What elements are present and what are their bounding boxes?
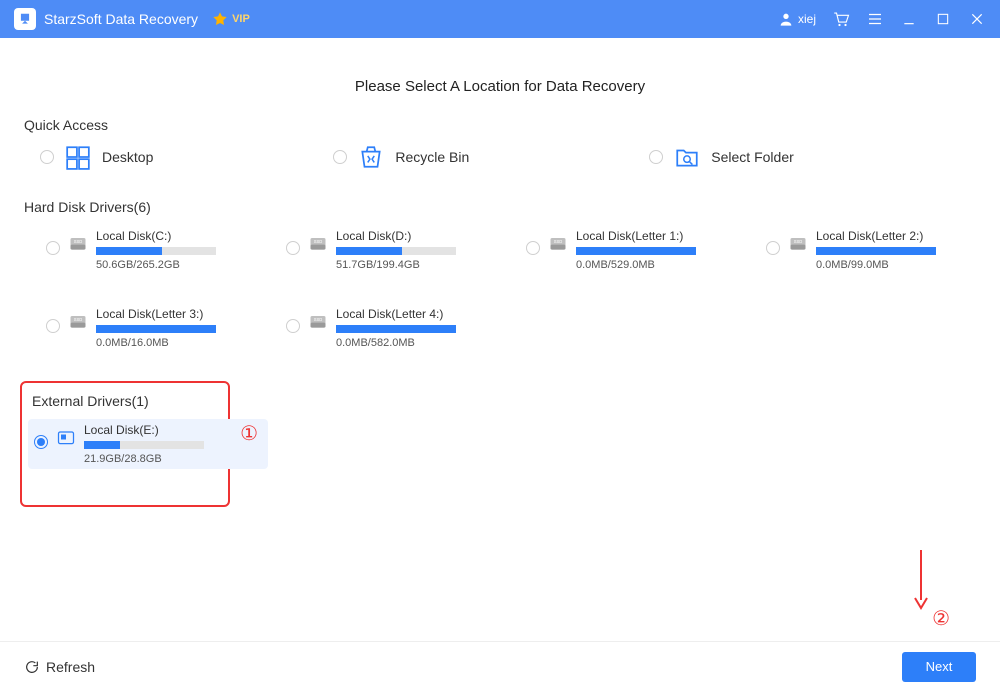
annotation-arrow: ② bbox=[892, 550, 950, 631]
minimize-icon[interactable] bbox=[900, 10, 918, 28]
radio-unchecked[interactable] bbox=[46, 241, 60, 255]
ssd-disk-icon: SSD bbox=[308, 233, 328, 253]
drive-size: 0.0MB/529.0MB bbox=[576, 259, 754, 271]
svg-text:SSD: SSD bbox=[314, 239, 323, 244]
drive-item[interactable]: SSD Local Disk(C:) 50.6GB/265.2GB bbox=[40, 225, 280, 275]
drive-name: Local Disk(Letter 1:) bbox=[576, 229, 754, 243]
external-title: External Drivers(1) bbox=[32, 393, 222, 409]
ssd-disk-icon: SSD bbox=[68, 233, 88, 253]
usage-bar bbox=[816, 247, 936, 255]
recycle-bin-icon bbox=[357, 143, 385, 171]
refresh-button[interactable]: Refresh bbox=[24, 659, 95, 675]
drive-item[interactable]: SSD Local Disk(D:) 51.7GB/199.4GB bbox=[280, 225, 520, 275]
maximize-icon[interactable] bbox=[934, 10, 952, 28]
radio-unchecked[interactable] bbox=[286, 319, 300, 333]
app-logo-icon bbox=[14, 8, 36, 30]
ssd-disk-icon: SSD bbox=[308, 311, 328, 331]
drive-name: Local Disk(E:) bbox=[84, 423, 262, 437]
drive-item[interactable]: SSD Local Disk(Letter 3:) 0.0MB/16.0MB bbox=[40, 303, 280, 353]
drive-name: Local Disk(Letter 3:) bbox=[96, 307, 274, 321]
page-title: Please Select A Location for Data Recove… bbox=[0, 78, 1000, 95]
external-box: External Drivers(1) Local Disk(E:)21.9GB… bbox=[20, 381, 230, 507]
quick-access-title: Quick Access bbox=[24, 117, 1000, 133]
radio-checked[interactable] bbox=[34, 435, 48, 449]
desktop-icon bbox=[64, 143, 92, 171]
external-grid: Local Disk(E:)21.9GB/28.8GB bbox=[28, 419, 222, 469]
usage-bar bbox=[576, 247, 696, 255]
radio-unchecked[interactable] bbox=[649, 150, 663, 164]
vip-text: VIP bbox=[232, 13, 250, 25]
user-account[interactable]: xiej bbox=[778, 11, 816, 27]
drive-size: 0.0MB/582.0MB bbox=[336, 337, 514, 349]
drive-size: 21.9GB/28.8GB bbox=[84, 453, 262, 465]
footer-bar: Refresh Next bbox=[0, 641, 1000, 691]
user-name: xiej bbox=[798, 12, 816, 26]
titlebar: StarzSoft Data Recovery VIP xiej bbox=[0, 0, 1000, 38]
svg-text:SSD: SSD bbox=[74, 239, 83, 244]
drive-name: Local Disk(C:) bbox=[96, 229, 274, 243]
annotation-step1: ① bbox=[240, 421, 258, 446]
radio-unchecked[interactable] bbox=[526, 241, 540, 255]
quick-label: Select Folder bbox=[711, 149, 793, 165]
drive-name: Local Disk(Letter 4:) bbox=[336, 307, 514, 321]
drive-item[interactable]: SSD Local Disk(Letter 1:) 0.0MB/529.0MB bbox=[520, 225, 760, 275]
usage-bar bbox=[96, 325, 216, 333]
usage-bar bbox=[96, 247, 216, 255]
quick-label: Desktop bbox=[102, 149, 153, 165]
quick-access-row: Desktop Recycle Bin Select Folder bbox=[0, 143, 1000, 171]
usage-bar bbox=[84, 441, 204, 449]
ssd-disk-icon: SSD bbox=[788, 233, 808, 253]
drive-item[interactable]: SSD Local Disk(Letter 2:) 0.0MB/99.0MB bbox=[760, 225, 1000, 275]
hard-disk-grid: SSD Local Disk(C:) 50.6GB/265.2GB SSD Local … bbox=[0, 225, 1000, 381]
svg-text:SSD: SSD bbox=[794, 239, 803, 244]
quick-item-recyclebin[interactable]: Recycle Bin bbox=[333, 143, 469, 171]
drive-size: 0.0MB/99.0MB bbox=[816, 259, 994, 271]
radio-unchecked[interactable] bbox=[766, 241, 780, 255]
folder-search-icon bbox=[673, 143, 701, 171]
external-disk-icon bbox=[56, 427, 76, 447]
quick-label: Recycle Bin bbox=[395, 149, 469, 165]
crown-icon bbox=[212, 11, 228, 27]
drive-size: 50.6GB/265.2GB bbox=[96, 259, 274, 271]
drive-item[interactable]: Local Disk(E:) 21.9GB/28.8GB bbox=[28, 419, 268, 469]
menu-icon[interactable] bbox=[866, 10, 884, 28]
drive-name: Local Disk(D:) bbox=[336, 229, 514, 243]
svg-text:SSD: SSD bbox=[554, 239, 563, 244]
app-title: StarzSoft Data Recovery bbox=[44, 11, 198, 27]
drive-name: Local Disk(Letter 2:) bbox=[816, 229, 994, 243]
close-icon[interactable] bbox=[968, 10, 986, 28]
ssd-disk-icon: SSD bbox=[548, 233, 568, 253]
quick-item-desktop[interactable]: Desktop bbox=[40, 143, 153, 171]
radio-unchecked[interactable] bbox=[40, 150, 54, 164]
quick-item-folder[interactable]: Select Folder bbox=[649, 143, 793, 171]
radio-unchecked[interactable] bbox=[333, 150, 347, 164]
radio-unchecked[interactable] bbox=[286, 241, 300, 255]
vip-badge: VIP bbox=[212, 11, 250, 27]
next-button[interactable]: Next bbox=[902, 652, 976, 682]
radio-unchecked[interactable] bbox=[46, 319, 60, 333]
refresh-icon bbox=[24, 659, 40, 675]
annotation-step2: ② bbox=[932, 606, 950, 631]
cart-icon[interactable] bbox=[832, 10, 850, 28]
usage-bar bbox=[336, 247, 456, 255]
arrow-down-icon bbox=[911, 550, 931, 610]
usage-bar bbox=[336, 325, 456, 333]
svg-text:SSD: SSD bbox=[74, 317, 83, 322]
hard-disk-title: Hard Disk Drivers(6) bbox=[24, 199, 1000, 215]
ssd-disk-icon: SSD bbox=[68, 311, 88, 331]
drive-size: 0.0MB/16.0MB bbox=[96, 337, 274, 349]
refresh-label: Refresh bbox=[46, 659, 95, 675]
svg-text:SSD: SSD bbox=[314, 317, 323, 322]
drive-size: 51.7GB/199.4GB bbox=[336, 259, 514, 271]
drive-item[interactable]: SSD Local Disk(Letter 4:) 0.0MB/582.0MB bbox=[280, 303, 520, 353]
main-content: Please Select A Location for Data Recove… bbox=[0, 38, 1000, 507]
user-icon bbox=[778, 11, 794, 27]
